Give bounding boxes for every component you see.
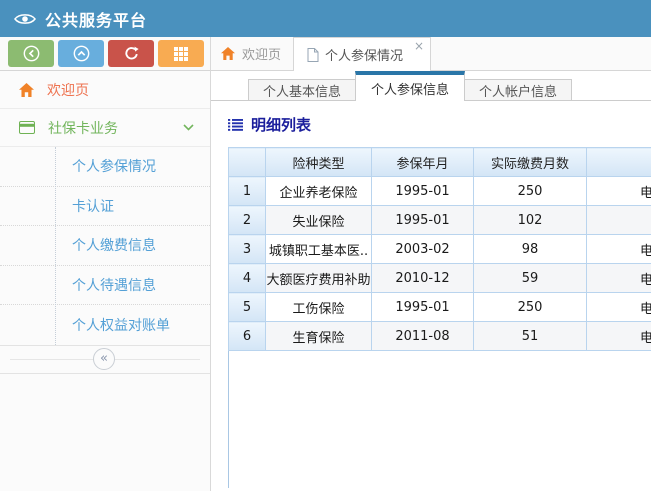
- cell: 2011-08: [372, 322, 474, 351]
- cell: 2010-12: [372, 264, 474, 293]
- sidebar-item-label: 社保卡业务: [48, 118, 118, 138]
- row-number-cell: 3: [229, 235, 266, 264]
- eye-icon: [14, 12, 36, 26]
- cell: 企业养老保险: [266, 177, 372, 206]
- column-header[interactable]: 险种类型: [266, 148, 372, 177]
- row-number-cell: 2: [229, 206, 266, 235]
- cell: [587, 206, 651, 235]
- up-button[interactable]: [58, 40, 104, 67]
- public-service-platform-window: 公共服务平台: [0, 0, 651, 491]
- tab-label: 个人参保信息: [371, 79, 449, 98]
- cell: 98: [474, 235, 587, 264]
- circle-chevron-up-icon: [73, 45, 90, 62]
- top-tab-bar: 欢迎页 个人参保情况 ×: [211, 37, 651, 71]
- cell: 1995-01: [372, 206, 474, 235]
- sidebar-item-social-security-card[interactable]: 社保卡业务: [0, 109, 210, 147]
- tab-label: 个人参保情况: [325, 45, 403, 64]
- row-number-cell: 5: [229, 293, 266, 322]
- section-title-label: 明细列表: [251, 114, 311, 135]
- sub-item-label: 个人参保情况: [72, 156, 156, 176]
- column-header[interactable]: 实际缴费月数: [474, 148, 587, 177]
- tab-label: 个人帐户信息: [479, 81, 557, 100]
- column-header[interactable]: [587, 148, 651, 177]
- main-panel: 个人基本信息 个人参保信息 个人帐户信息 明细列表: [211, 71, 651, 491]
- chevron-down-icon: [183, 124, 194, 131]
- table-row[interactable]: 5 工伤保险 1995-01 250 电: [229, 293, 651, 322]
- row-number-cell: 6: [229, 322, 266, 351]
- sidebar-item-personal-insurance-status[interactable]: 个人参保情况: [0, 147, 210, 187]
- insurance-grid: 险种类型 参保年月 实际缴费月数 1 企业养老保险 1995-01 250 电 …: [228, 147, 651, 488]
- sidebar-item-label: 欢迎页: [47, 80, 89, 100]
- cell: 102: [474, 206, 587, 235]
- grid-icon: [174, 47, 188, 61]
- document-icon: [307, 48, 319, 62]
- app-header: 公共服务平台: [0, 0, 651, 37]
- tab-welcome[interactable]: 欢迎页: [211, 37, 293, 70]
- back-button[interactable]: [8, 40, 54, 67]
- list-icon: [228, 119, 243, 131]
- card-icon: [19, 121, 35, 134]
- cell: 电: [587, 177, 651, 206]
- circle-chevron-left-icon: [23, 45, 40, 62]
- cell: 大额医疗费用补助: [266, 264, 372, 293]
- sub-item-label: 个人权益对账单: [72, 315, 170, 335]
- tab-personal-basic-info[interactable]: 个人基本信息: [248, 79, 356, 100]
- detail-tab-bar: 个人基本信息 个人参保信息 个人帐户信息: [211, 71, 651, 101]
- table-row[interactable]: 4 大额医疗费用补助 2010-12 59 电: [229, 264, 651, 293]
- cell: 工伤保险: [266, 293, 372, 322]
- row-number-cell: 1: [229, 177, 266, 206]
- sidebar: 欢迎页 社保卡业务 个人参保情况 卡认证: [0, 71, 211, 491]
- sub-item-label: 个人待遇信息: [72, 275, 156, 295]
- double-chevron-left-icon: «: [100, 351, 108, 366]
- sidebar-item-personal-payment-info[interactable]: 个人缴费信息: [0, 226, 210, 266]
- cell: 电: [587, 293, 651, 322]
- tab-label: 欢迎页: [242, 44, 281, 63]
- section-title: 明细列表: [228, 114, 651, 135]
- table-row[interactable]: 1 企业养老保险 1995-01 250 电: [229, 177, 651, 206]
- cell: 电: [587, 235, 651, 264]
- close-icon[interactable]: ×: [414, 40, 424, 52]
- refresh-button[interactable]: [108, 40, 154, 67]
- table-row[interactable]: 3 城镇职工基本医.. 2003-02 98 电: [229, 235, 651, 264]
- tab-personal-insurance-status[interactable]: 个人参保情况 ×: [293, 37, 431, 71]
- subbar: 欢迎页 个人参保情况 ×: [0, 37, 651, 71]
- table-header-row: 险种类型 参保年月 实际缴费月数: [229, 148, 651, 177]
- cell: 生育保险: [266, 322, 372, 351]
- collapse-sidebar-button[interactable]: «: [93, 348, 115, 370]
- cell: 失业保险: [266, 206, 372, 235]
- row-number-cell: 4: [229, 264, 266, 293]
- menu-grid-button[interactable]: [158, 40, 204, 67]
- cell: 城镇职工基本医..: [266, 235, 372, 264]
- cell: 59: [474, 264, 587, 293]
- app-title: 公共服务平台: [45, 7, 147, 31]
- home-icon: [221, 47, 235, 60]
- cell: 1995-01: [372, 293, 474, 322]
- sidebar-item-card-authentication[interactable]: 卡认证: [0, 187, 210, 227]
- cell: 51: [474, 322, 587, 351]
- cell: 2003-02: [372, 235, 474, 264]
- tab-label: 个人基本信息: [263, 81, 341, 100]
- home-icon: [19, 83, 34, 97]
- sidebar-collapse-row: «: [0, 346, 210, 374]
- tab-personal-insurance-info[interactable]: 个人参保信息: [355, 71, 465, 101]
- refresh-icon: [124, 46, 139, 61]
- toolbar: [0, 37, 211, 71]
- cell: 电: [587, 264, 651, 293]
- insurance-table: 险种类型 参保年月 实际缴费月数 1 企业养老保险 1995-01 250 电 …: [228, 147, 651, 351]
- cell: 电: [587, 322, 651, 351]
- table-row[interactable]: 2 失业保险 1995-01 102: [229, 206, 651, 235]
- sidebar-item-welcome[interactable]: 欢迎页: [0, 71, 210, 109]
- column-header[interactable]: [229, 148, 266, 177]
- cell: 250: [474, 177, 587, 206]
- sidebar-submenu: 个人参保情况 卡认证 个人缴费信息 个人待遇信息 个人权益对账单: [0, 147, 210, 346]
- sidebar-item-personal-benefit-info[interactable]: 个人待遇信息: [0, 266, 210, 306]
- sub-item-label: 个人缴费信息: [72, 235, 156, 255]
- cell: 250: [474, 293, 587, 322]
- sub-item-label: 卡认证: [72, 196, 114, 216]
- sidebar-item-personal-rights-statement[interactable]: 个人权益对账单: [0, 305, 210, 345]
- tab-personal-account-info[interactable]: 个人帐户信息: [464, 79, 572, 100]
- table-row[interactable]: 6 生育保险 2011-08 51 电: [229, 322, 651, 351]
- column-header[interactable]: 参保年月: [372, 148, 474, 177]
- cell: 1995-01: [372, 177, 474, 206]
